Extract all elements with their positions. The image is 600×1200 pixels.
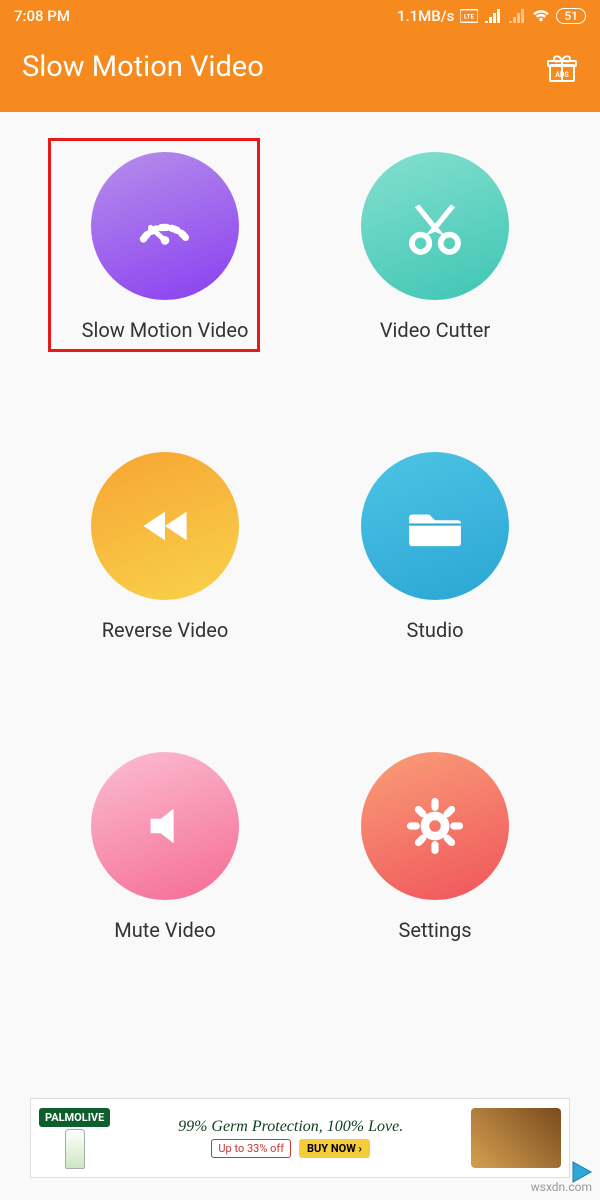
tile-label: Mute Video: [114, 918, 215, 942]
app-title: Slow Motion Video: [22, 50, 264, 84]
tile-label: Video Cutter: [380, 318, 490, 342]
tile-label: Reverse Video: [102, 618, 229, 642]
battery-level: 51: [556, 8, 586, 24]
tile-video-cutter[interactable]: Video Cutter: [300, 152, 570, 342]
feature-grid: Slow Motion Video Video Cutter Reverse V…: [0, 112, 600, 952]
status-right: 1.1MB/s LTE 51: [397, 7, 586, 25]
tile-mute-video[interactable]: Mute Video: [30, 752, 300, 942]
ad-offer: Up to 33% off: [211, 1139, 291, 1158]
tile-label: Slow Motion Video: [82, 318, 249, 342]
signal-icon: [484, 9, 502, 23]
video-cutter-circle: [361, 152, 509, 300]
tile-reverse-video[interactable]: Reverse Video: [30, 452, 300, 642]
status-time: 7:08 PM: [14, 7, 70, 25]
ad-cta[interactable]: BUY NOW ›: [299, 1139, 370, 1158]
gear-icon: [399, 790, 471, 862]
rewind-icon: [129, 490, 201, 562]
volte-icon: LTE: [460, 9, 478, 23]
gauge-icon: [129, 190, 201, 262]
network-speed: 1.1MB/s: [397, 7, 454, 25]
svg-text:LTE: LTE: [464, 13, 475, 21]
settings-circle: [361, 752, 509, 900]
tile-slow-motion[interactable]: Slow Motion Video: [30, 152, 300, 342]
ads-gift-icon[interactable]: ADS: [546, 51, 578, 83]
tile-label: Settings: [398, 918, 471, 942]
studio-circle: [361, 452, 509, 600]
ad-headline: 99% Germ Protection, 100% Love.: [178, 1118, 403, 1136]
app-header: Slow Motion Video ADS: [0, 32, 600, 112]
scissors-icon: [399, 190, 471, 262]
status-bar: 7:08 PM 1.1MB/s LTE 51: [0, 0, 600, 32]
ad-banner[interactable]: PALMOLIVE 99% Germ Protection, 100% Love…: [30, 1098, 570, 1178]
folder-icon: [399, 490, 471, 562]
mute-video-circle: [91, 752, 239, 900]
watermark: wsxdn.com: [531, 1180, 592, 1194]
tile-label: Studio: [407, 618, 464, 642]
ad-product-image: [471, 1108, 561, 1168]
wifi-icon: [532, 9, 550, 23]
ad-center: 99% Germ Protection, 100% Love. Up to 33…: [110, 1118, 471, 1158]
tile-studio[interactable]: Studio: [300, 452, 570, 642]
svg-text:ADS: ADS: [555, 71, 569, 79]
tile-settings[interactable]: Settings: [300, 752, 570, 942]
slow-motion-circle: [91, 152, 239, 300]
speaker-icon: [129, 790, 201, 862]
ad-brand: PALMOLIVE: [39, 1108, 110, 1127]
reverse-video-circle: [91, 452, 239, 600]
signal-icon-2: [508, 9, 526, 23]
